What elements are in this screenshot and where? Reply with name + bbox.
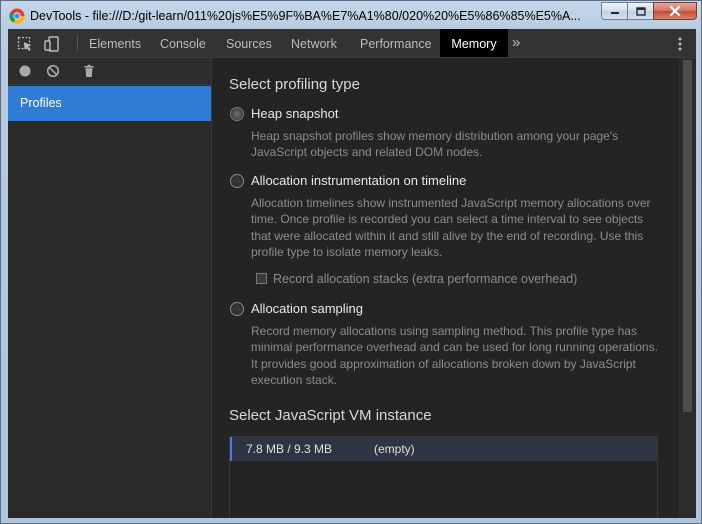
devtools-window: DevTools - file:///D:/git-learn/011%20js… — [0, 0, 702, 524]
allocation-timeline-description: Allocation timelines show instrumented J… — [251, 196, 651, 259]
vm-instance-url: (empty) — [374, 442, 415, 456]
record-icon[interactable] — [18, 64, 32, 78]
tab-separator — [77, 35, 78, 51]
trash-icon[interactable] — [82, 64, 96, 78]
tab-memory[interactable]: Memory — [440, 29, 508, 57]
profiling-launcher: Select profiling type Heap snapshot Heap… — [212, 58, 679, 518]
minimize-button[interactable] — [601, 2, 627, 20]
allocation-sampling-label[interactable]: Allocation sampling — [251, 301, 363, 316]
more-tabs-button[interactable]: » — [512, 33, 520, 53]
tab-network[interactable]: Network — [291, 29, 337, 57]
clear-icon[interactable] — [46, 64, 60, 78]
tab-performance[interactable]: Performance — [360, 29, 432, 57]
profiles-sidebar: Profiles — [8, 58, 212, 518]
allocation-timeline-radio[interactable] — [230, 174, 244, 188]
heap-snapshot-label[interactable]: Heap snapshot — [251, 106, 338, 121]
vertical-scrollbar[interactable] — [679, 58, 696, 518]
tab-sources[interactable]: Sources — [226, 29, 272, 57]
allocation-sampling-radio[interactable] — [230, 302, 244, 316]
record-stacks-label[interactable]: Record allocation stacks (extra performa… — [273, 272, 577, 286]
sidebar-item-profiles[interactable]: Profiles — [8, 86, 211, 121]
heap-snapshot-radio[interactable] — [230, 107, 244, 121]
tab-elements[interactable]: Elements — [89, 29, 141, 57]
vm-instance-row[interactable]: 7.8 MB / 9.3 MB (empty) — [230, 437, 657, 461]
maximize-icon — [635, 6, 646, 16]
close-icon — [669, 6, 681, 16]
vm-heap-size: 7.8 MB / 9.3 MB — [246, 442, 333, 456]
sidebar-toolbar — [8, 58, 211, 85]
close-button[interactable] — [653, 2, 697, 20]
device-toolbar-icon[interactable] — [44, 36, 60, 52]
maximize-button[interactable] — [627, 2, 653, 20]
window-title: DevTools - file:///D:/git-learn/011%20js… — [30, 9, 581, 23]
minimize-icon — [610, 12, 619, 14]
scrollbar-thumb[interactable] — [683, 60, 692, 412]
heap-snapshot-description: Heap snapshot profiles show memory distr… — [251, 129, 619, 160]
customize-menu-icon[interactable] — [676, 36, 684, 52]
vm-instance-list: 7.8 MB / 9.3 MB (empty) — [229, 436, 658, 518]
allocation-timeline-label[interactable]: Allocation instrumentation on timeline — [251, 173, 466, 188]
inspect-element-icon[interactable] — [17, 36, 33, 52]
chrome-icon — [9, 8, 25, 24]
window-controls — [601, 2, 697, 21]
vm-instance-heading: Select JavaScript VM instance — [229, 407, 432, 424]
panel-tab-bar: Elements Console Sources Network Perform… — [8, 29, 696, 58]
devtools-client: Elements Console Sources Network Perform… — [8, 29, 696, 518]
title-bar[interactable]: DevTools - file:///D:/git-learn/011%20js… — [1, 1, 701, 29]
record-stacks-checkbox[interactable] — [256, 273, 267, 284]
tab-console[interactable]: Console — [160, 29, 206, 57]
profiling-type-heading: Select profiling type — [229, 76, 360, 93]
allocation-sampling-description: Record memory allocations using sampling… — [251, 324, 658, 387]
